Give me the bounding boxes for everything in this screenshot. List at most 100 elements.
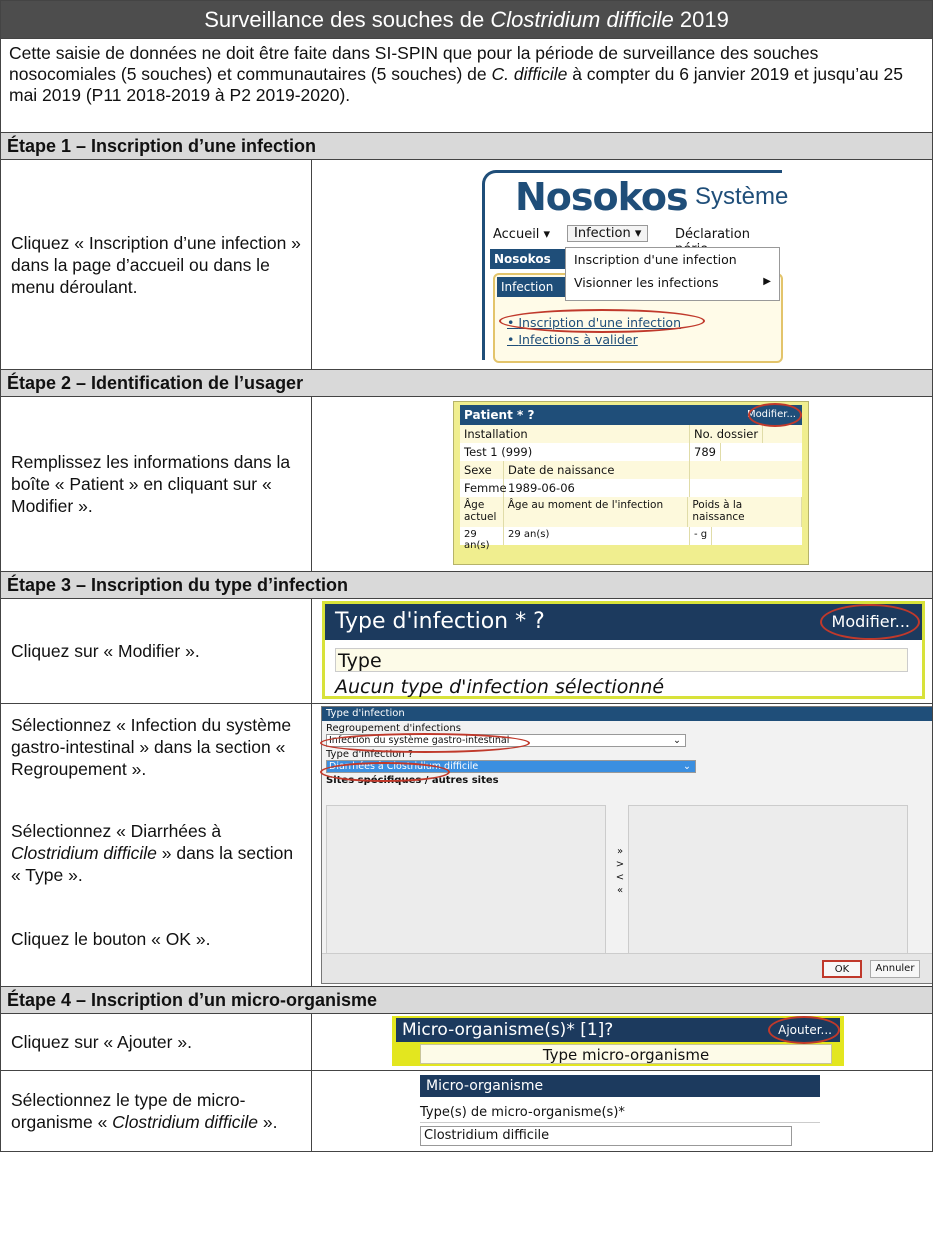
step2-instruction: Remplissez les informations dans la boît… <box>1 397 312 571</box>
dropdown-visionner[interactable]: Visionner les infections <box>566 271 779 294</box>
highlight-oval <box>768 1016 840 1044</box>
step4-row-a: Cliquez sur « Ajouter ». Micro-organisme… <box>1 1014 932 1071</box>
move-left-icon[interactable]: < <box>612 871 628 884</box>
installation-label: Installation <box>460 425 690 443</box>
highlight-oval <box>320 733 530 753</box>
step4-instruction: Cliquez sur « Ajouter ». <box>1 1014 312 1070</box>
poids-value: - g <box>690 527 713 545</box>
micro-organisme-box: Micro-organisme(s)* [1]? Ajouter... Type… <box>392 1016 844 1066</box>
submenu-arrow-icon: ▶ <box>763 276 771 287</box>
type-micro-organisme-label: Type micro-organisme <box>420 1044 832 1064</box>
highlight-oval <box>499 309 705 333</box>
title-year: 2019 <box>673 7 729 32</box>
micro-organisme-form: Micro-organisme Type(s) de micro-organis… <box>420 1075 820 1146</box>
menu-accueil[interactable]: Accueil ▾ <box>493 227 550 242</box>
patient-title: Patient * ? <box>464 408 535 422</box>
step3-row-b: Sélectionnez « Infection du système gast… <box>1 704 932 987</box>
menu-infection[interactable]: Infection ▾ <box>567 225 649 242</box>
ok-button[interactable]: OK <box>822 960 862 978</box>
age-inf-label: Âge au moment de l'infection <box>504 497 689 527</box>
dossier-label: No. dossier <box>690 425 764 443</box>
step3-screenshot: Type d'infection * ? Modifier... Type Au… <box>312 599 932 703</box>
step4-heading: Étape 4 – Inscription d’un micro-organis… <box>1 987 932 1014</box>
step3-instructions-b: Sélectionnez « Infection du système gast… <box>1 704 312 986</box>
document: Surveillance des souches de Clostridium … <box>0 0 933 1152</box>
instruction-type-italic: Clostridium difficile <box>11 843 157 863</box>
step4-screenshot-b: Micro-organisme Type(s) de micro-organis… <box>312 1071 932 1151</box>
type-micro-field[interactable]: Clostridium difficile <box>420 1126 792 1146</box>
chevron-down-icon: ⌄ <box>673 735 681 746</box>
available-sites-list[interactable] <box>326 805 606 955</box>
micro-organisme-title: Micro-organisme(s)* [1]? <box>402 1020 614 1040</box>
age-inf-value: 29 an(s) <box>504 527 690 545</box>
selected-sites-list[interactable] <box>628 805 908 955</box>
patient-header: Patient * ? Modifier... <box>460 403 802 427</box>
instruction-type-a: Sélectionnez « Diarrhées à <box>11 821 222 841</box>
highlight-oval <box>320 762 450 782</box>
age-value: 29 an(s) <box>460 527 504 551</box>
title-italic: Clostridium difficile <box>490 7 674 32</box>
step1-row: Cliquez « Inscription d’une infection » … <box>1 160 932 370</box>
move-all-right-icon[interactable]: » <box>612 845 628 858</box>
installation-value: Test 1 (999) <box>460 443 690 461</box>
type-infection-title: Type d'infection * ? <box>335 609 545 634</box>
age-label: Âge actuel <box>460 497 504 527</box>
dialog-title: Type d'infection <box>322 707 932 721</box>
infection-dropdown: Inscription d'une infection Visionner le… <box>565 247 780 301</box>
naissance-label: Date de naissance <box>504 461 690 479</box>
step4-text-b: ». <box>258 1112 278 1132</box>
main-menu: Accueil ▾ Infection ▾ Déclaration pério <box>485 223 785 257</box>
move-all-left-icon[interactable]: « <box>612 884 628 897</box>
type-infection-header: Type d'infection * ? Modifier... <box>325 604 922 640</box>
type-micro-label: Type(s) de micro-organisme(s)* <box>420 1105 820 1123</box>
move-right-icon[interactable]: > <box>612 858 628 871</box>
highlight-oval <box>820 604 920 640</box>
step1-heading: Étape 1 – Inscription d’une infection <box>1 133 932 160</box>
sexe-label: Sexe <box>460 461 504 479</box>
naissance-value: 1989-06-06 <box>504 479 690 497</box>
type-infection-box: Type d'infection * ? Modifier... Type Au… <box>322 601 925 699</box>
cancel-button[interactable]: Annuler <box>870 960 920 978</box>
intro-italic: C. difficile <box>491 64 568 84</box>
step2-row: Remplissez les informations dans la boît… <box>1 397 932 572</box>
type-infection-dialog: Type d'infection Regroupement d'infectio… <box>320 706 932 984</box>
micro-organisme-form-title: Micro-organisme <box>420 1075 820 1097</box>
step3-heading: Étape 3 – Inscription du type d’infectio… <box>1 572 932 599</box>
patient-grid: Installation No. dossier Test 1 (999) 789 … <box>460 425 802 551</box>
step1-instruction: Cliquez « Inscription d’une infection » … <box>1 160 312 369</box>
link-valider[interactable]: • Infections à valider <box>507 332 681 347</box>
step4-screenshot: Micro-organisme(s)* [1]? Ajouter... Type… <box>312 1014 932 1070</box>
step3-row-a: Cliquez sur « Modifier ». Type d'infecti… <box>1 599 932 704</box>
chevron-down-icon: ⌄ <box>683 761 691 772</box>
step4-row-b: Sélectionnez le type de micro-organisme … <box>1 1071 932 1151</box>
micro-organisme-header: Micro-organisme(s)* [1]? Ajouter... <box>396 1016 840 1044</box>
nosokos-window: Nosokos Système Accueil ▾ Infection ▾ Dé… <box>482 170 788 363</box>
dossier-value: 789 <box>690 443 721 461</box>
step3-instruction: Cliquez sur « Modifier ». <box>1 599 312 703</box>
panel-title: Infection <box>497 277 567 297</box>
dialog-footer: OK Annuler <box>322 953 932 983</box>
page-title: Surveillance des souches de Clostridium … <box>1 1 932 39</box>
type-none-text: Aucun type d'infection sélectionné <box>335 676 665 698</box>
sexe-value: Femme <box>460 479 507 497</box>
title-text: Surveillance des souches de <box>204 7 491 32</box>
tab-nosokos[interactable]: Nosokos <box>490 249 565 269</box>
step1-screenshot: Nosokos Système Accueil ▾ Infection ▾ Dé… <box>312 160 932 369</box>
system-label: Système <box>695 183 789 210</box>
step4-text-italic: Clostridium difficile <box>112 1112 259 1132</box>
step2-heading: Étape 2 – Identification de l’usager <box>1 370 932 397</box>
transfer-buttons: » > < « <box>612 845 628 897</box>
dialog-screenshot: Type d'infection Regroupement d'infectio… <box>312 704 932 986</box>
poids-label: Poids à la naissance <box>688 497 802 527</box>
link-valider-label[interactable]: Infections à valider <box>518 332 637 347</box>
instruction-ok: Cliquez le bouton « OK ». <box>11 929 211 949</box>
nosokos-logo: Nosokos <box>515 175 689 219</box>
instruction-type: Sélectionnez « Diarrhées à Clostridium d… <box>11 820 305 928</box>
dropdown-inscription[interactable]: Inscription d'une infection <box>566 248 779 271</box>
instruction-regroupement: Sélectionnez « Infection du système gast… <box>11 715 292 779</box>
type-label: Type <box>335 648 908 672</box>
step2-screenshot: Patient * ? Modifier... Installation No. … <box>312 397 932 571</box>
highlight-oval <box>748 403 802 427</box>
intro-paragraph: Cette saisie de données ne doit être fai… <box>1 39 932 133</box>
patient-box: Patient * ? Modifier... Installation No. … <box>453 401 809 565</box>
